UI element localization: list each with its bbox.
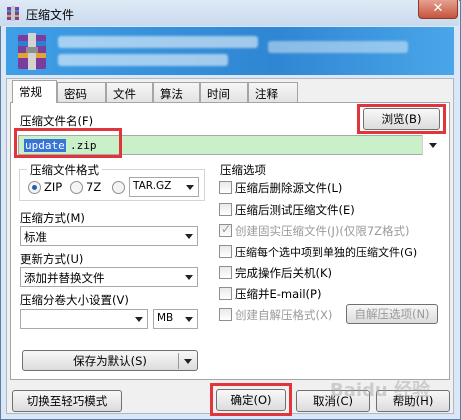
option-test-archive-label: 压缩后测试压缩文件(E) [235, 203, 355, 217]
winrar-app-icon [7, 6, 19, 21]
method-value: 标准 [24, 230, 47, 244]
format-targz-radio[interactable] [112, 181, 125, 194]
chevron-down-icon [185, 317, 193, 322]
switch-light-mode-button[interactable]: 切换至轻巧模式 [12, 390, 122, 412]
ok-button[interactable]: 确定(O) [216, 389, 286, 411]
option-sfx-label: 创建自解压格式(X) [235, 308, 333, 322]
tab-time[interactable]: 时间 [200, 82, 248, 102]
save-default-label: 保存为默认(S) [73, 354, 147, 368]
update-mode-label: 更新方式(U) [20, 252, 84, 266]
split-unit-value: MB [157, 312, 174, 324]
tab-algorithm[interactable]: 算法 [153, 82, 200, 102]
header-banner [6, 27, 454, 75]
option-separate-archives-label: 压缩每个选中项到单独的压缩文件(G) [235, 246, 418, 259]
chevron-down-icon [185, 234, 193, 239]
split-divider [178, 353, 179, 369]
window-title: 压缩文件 [26, 8, 75, 22]
method-select[interactable]: 标准 [20, 226, 198, 246]
option-sfx-checkbox[interactable] [219, 308, 232, 321]
split-unit-select[interactable]: MB [153, 309, 198, 329]
format-group-label: 压缩文件格式 [27, 162, 102, 178]
split-size-label: 压缩分卷大小设置(V) [20, 293, 129, 307]
winrar-logo-icon [18, 33, 46, 70]
option-shutdown-checkbox[interactable] [219, 266, 232, 279]
archive-name-highlight [14, 128, 122, 158]
option-separate-archives-checkbox[interactable] [219, 245, 232, 258]
close-button[interactable]: ✕ [418, 0, 458, 19]
update-mode-select[interactable]: 添加并替换文件 [20, 267, 198, 287]
format-targz-value: TAR.GZ [133, 180, 172, 192]
chevron-down-icon [186, 185, 194, 190]
baidu-watermark: Baidu 经验 [330, 380, 431, 401]
option-test-archive-checkbox[interactable] [219, 203, 232, 216]
option-delete-source-checkbox[interactable] [219, 181, 232, 194]
tab-general[interactable]: 常规 [12, 80, 57, 103]
archive-name-dropdown-button[interactable] [422, 135, 442, 155]
archive-name-label: 压缩文件名(F) [20, 114, 94, 128]
chevron-down-icon [429, 143, 437, 148]
option-shutdown-label: 完成操作后关机(K) [235, 266, 333, 280]
chevron-down-icon [184, 359, 192, 364]
sfx-options-button[interactable]: 自解压选项(N) [346, 304, 438, 324]
option-solid-archive-label: 创建固实压缩文件(J)(仅限7Z格式) [235, 224, 410, 238]
format-targz-select[interactable]: TAR.GZ [129, 177, 199, 197]
options-group-label: 压缩选项 [220, 163, 266, 177]
option-email-label: 压缩并E-mail(P) [235, 287, 322, 301]
update-mode-value: 添加并替换文件 [24, 271, 105, 285]
option-email-checkbox[interactable] [219, 287, 232, 300]
option-solid-archive-checkbox[interactable] [219, 222, 232, 237]
close-icon: ✕ [432, 1, 444, 16]
blurred-text [268, 41, 408, 53]
format-7z-radio[interactable] [70, 181, 83, 194]
chevron-down-icon [135, 317, 143, 322]
tab-files[interactable]: 文件 [106, 82, 153, 102]
chevron-down-icon [185, 275, 193, 280]
tab-password[interactable]: 密码 [57, 82, 106, 102]
format-7z-label: 7Z [86, 180, 102, 194]
option-delete-source-label: 压缩后删除源文件(L) [235, 181, 343, 195]
format-zip-label: ZIP [44, 180, 63, 194]
method-label: 压缩方式(M) [20, 211, 85, 225]
browse-button[interactable]: 浏览(B) [363, 108, 440, 130]
blurred-text [58, 54, 228, 66]
format-zip-radio[interactable] [28, 181, 41, 194]
save-default-button[interactable]: 保存为默认(S) [22, 350, 198, 371]
split-size-input[interactable] [20, 309, 148, 329]
blurred-text [58, 36, 258, 48]
tab-comment[interactable]: 注释 [248, 82, 298, 102]
